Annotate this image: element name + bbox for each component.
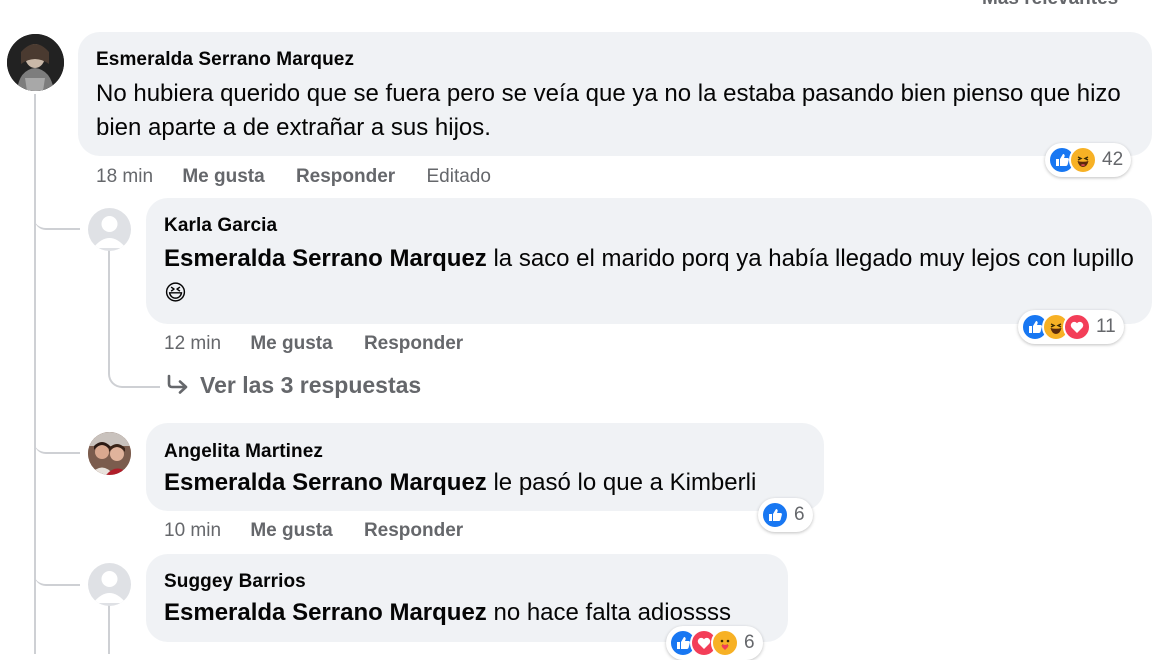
reply-text-body: la saco el marido porq ya había llegado …	[486, 245, 1134, 272]
reply-button[interactable]: Responder	[364, 333, 463, 354]
reply-meta-2: 10 min Me gusta Responder	[164, 520, 463, 542]
thread-line-reply-1	[108, 250, 110, 370]
like-button[interactable]: Me gusta	[250, 333, 332, 354]
reply-button[interactable]: Responder	[364, 520, 463, 541]
view-replies-connector	[108, 364, 160, 388]
avatar-default[interactable]	[88, 563, 131, 606]
thumbs-up-icon	[761, 501, 789, 529]
thread-connector-1	[34, 196, 80, 230]
reactions-summary-3[interactable]: 6	[666, 626, 763, 660]
haha-face-icon	[1069, 146, 1097, 174]
mention-link[interactable]: Esmeralda Serrano Marquez	[164, 245, 487, 272]
reactions-summary-main[interactable]: 42	[1045, 143, 1132, 177]
sort-label[interactable]: Más relevantes	[982, 0, 1118, 10]
care-face-icon	[711, 629, 739, 657]
thread-connector-3	[34, 552, 80, 586]
thread-line-reply-3	[108, 604, 110, 654]
view-replies-label: Ver las 3 respuestas	[200, 372, 422, 398]
thread-connector-2	[34, 420, 80, 454]
reply-arrow-icon	[167, 374, 188, 394]
reply-text-2: Esmeralda Serrano Marquez le pasó lo que…	[164, 466, 756, 500]
comment-text: No hubiera querido que se fuera pero se …	[96, 80, 1121, 141]
reply-button[interactable]: Responder	[296, 166, 395, 187]
reply-time[interactable]: 12 min	[164, 333, 221, 354]
grinning-squinting-emoji: 😆	[164, 280, 187, 305]
edited-label: Editado	[426, 166, 491, 187]
reaction-count: 6	[744, 632, 755, 653]
reaction-count: 42	[1102, 149, 1124, 170]
view-replies-button[interactable]: Ver las 3 respuestas	[166, 372, 421, 399]
comment-time[interactable]: 18 min	[96, 166, 153, 187]
reply-author-2[interactable]: Angelita Martinez	[164, 441, 323, 463]
avatar-esmeralda[interactable]	[7, 34, 64, 91]
comment-author[interactable]: Esmeralda Serrano Marquez	[96, 49, 354, 71]
reply-text-body: no hace falta adiossss	[486, 599, 731, 626]
reply-time[interactable]: 10 min	[164, 520, 221, 541]
reply-author-1[interactable]: Karla Garcia	[164, 215, 277, 237]
reaction-count: 6	[794, 504, 805, 525]
like-button[interactable]: Me gusta	[182, 166, 264, 187]
reaction-count: 11	[1096, 316, 1116, 337]
reply-text-body: le pasó lo que a Kimberli	[486, 469, 757, 496]
reply-meta-1: 12 min Me gusta Responder	[164, 333, 463, 355]
reactions-summary-1[interactable]: 11	[1018, 310, 1124, 344]
reply-author-3[interactable]: Suggey Barrios	[164, 571, 306, 593]
reply-text-1: Esmeralda Serrano Marquez la saco el mar…	[164, 242, 1134, 310]
like-button[interactable]: Me gusta	[250, 520, 332, 541]
reactions-summary-2[interactable]: 6	[758, 498, 813, 532]
mention-link[interactable]: Esmeralda Serrano Marquez	[164, 469, 487, 496]
avatar-angelita[interactable]	[88, 432, 131, 475]
heart-icon	[1063, 313, 1091, 341]
mention-link[interactable]: Esmeralda Serrano Marquez	[164, 599, 487, 626]
reply-text-3: Esmeralda Serrano Marquez no hace falta …	[164, 596, 731, 630]
comment-meta-main: 18 min Me gusta Responder Editado	[96, 166, 491, 188]
avatar-default[interactable]	[88, 208, 131, 251]
